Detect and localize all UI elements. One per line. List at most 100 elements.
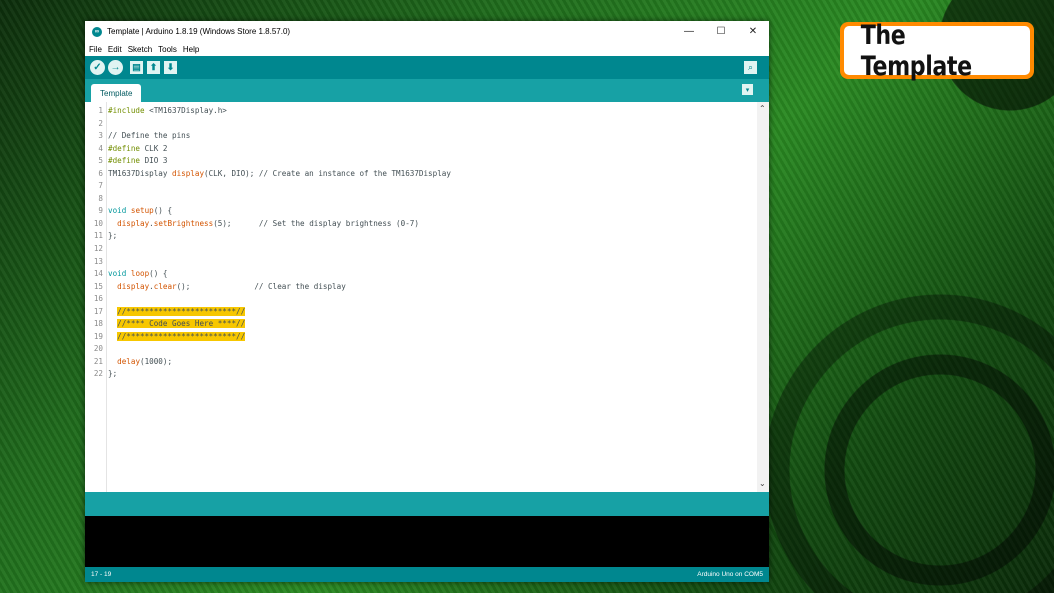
code-token: }; xyxy=(108,369,118,379)
code-token: #include xyxy=(108,106,145,115)
code-token: (CLK, DIO); // Create an instance of the… xyxy=(204,168,451,178)
code-token: clear xyxy=(153,281,177,291)
code-token: setup xyxy=(130,206,154,216)
line-number: 6 xyxy=(98,168,103,178)
code-line: 8 xyxy=(85,193,757,206)
code-token: display xyxy=(172,168,205,178)
code-token: (); // Clear the display xyxy=(176,281,346,291)
tab-template[interactable]: Template xyxy=(91,84,142,102)
board-port-indicator: Arduino Uno on COM5 xyxy=(697,571,763,578)
save-sketch-button[interactable]: ⬇ xyxy=(164,61,177,74)
console-output xyxy=(85,516,769,567)
line-range-indicator: 17 - 19 xyxy=(91,571,112,578)
code-editor[interactable]: 1 #include <TM1637Display.h> 2 3 // Define… xyxy=(85,102,769,492)
title-badge: The Template xyxy=(840,20,1034,82)
line-number: 21 xyxy=(93,356,103,366)
code-line: 5 #define DIO 3 xyxy=(85,155,757,168)
code-line: 17 //************************// xyxy=(85,306,757,319)
arrow-down-icon: ⬇ xyxy=(166,62,175,72)
window-title: Template | Arduino 1.8.19 (Windows Store… xyxy=(107,27,291,36)
code-token: () { xyxy=(149,269,168,279)
line-number: 1 xyxy=(98,106,103,115)
code-line: 13 xyxy=(85,256,757,269)
code-token: loop xyxy=(130,269,150,279)
code-line: 2 xyxy=(85,118,757,131)
code-token: <TM1637Display.h> xyxy=(144,106,227,115)
line-number: 12 xyxy=(93,244,103,254)
status-bar: 17 - 19 Arduino Uno on COM5 xyxy=(85,567,769,582)
new-file-icon: ▤ xyxy=(132,62,141,72)
tab-menu-button[interactable]: ▾ xyxy=(742,84,753,95)
line-number: 3 xyxy=(98,131,103,141)
tab-bar: Template ▾ xyxy=(85,79,769,102)
line-number: 7 xyxy=(98,181,103,191)
code-comment: // Define the pins xyxy=(108,131,191,141)
line-number: 5 xyxy=(98,156,103,166)
code-line: 18 //**** Code Goes Here ****// xyxy=(85,318,757,331)
code-token: void xyxy=(108,206,127,216)
highlighted-comment: //************************// xyxy=(117,331,246,341)
scroll-down-icon[interactable]: ⌄ xyxy=(759,479,766,488)
code-line: 21 delay(1000); xyxy=(85,356,757,369)
menu-help[interactable]: Help xyxy=(183,45,199,54)
code-token: }; xyxy=(108,231,118,241)
code-token: void xyxy=(108,269,127,279)
code-token: #define xyxy=(108,156,141,166)
line-number: 8 xyxy=(98,193,103,203)
code-line: 10 display.setBrightness(5); // Set the … xyxy=(85,218,757,231)
upload-button[interactable]: → xyxy=(108,60,123,75)
scroll-up-icon[interactable]: ⌃ xyxy=(759,104,766,113)
toolbar: ✓ → ▤ ⬆ ⬇ ⌕ xyxy=(85,56,769,79)
arrow-right-icon: → xyxy=(110,62,121,73)
code-line: 6 TM1637Display display(CLK, DIO); // Cre… xyxy=(85,168,757,181)
vertical-scrollbar[interactable]: ⌃ ⌄ xyxy=(757,102,769,492)
menu-file[interactable]: File xyxy=(89,45,102,54)
arduino-logo-icon: ∞ xyxy=(92,26,102,37)
code-line: 3 // Define the pins xyxy=(85,130,757,143)
code-line: 19 //************************// xyxy=(85,331,757,344)
minimize-button[interactable]: — xyxy=(673,21,705,42)
menu-tools[interactable]: Tools xyxy=(158,45,177,54)
new-sketch-button[interactable]: ▤ xyxy=(130,61,143,74)
line-number: 9 xyxy=(98,206,103,216)
code-token: DIO 3 xyxy=(140,156,168,166)
code-line: 1 #include <TM1637Display.h> xyxy=(85,105,757,118)
line-number: 13 xyxy=(93,256,103,266)
check-icon: ✓ xyxy=(93,62,102,73)
menu-edit[interactable]: Edit xyxy=(108,45,122,54)
code-token: display xyxy=(117,281,150,291)
line-number: 15 xyxy=(93,281,103,291)
code-line: 15 display.clear(); // Clear the display xyxy=(85,281,757,294)
verify-button[interactable]: ✓ xyxy=(90,60,105,75)
code-line: 11}; xyxy=(85,230,757,243)
magnifier-icon: ⌕ xyxy=(747,62,754,72)
menu-bar: File Edit Sketch Tools Help xyxy=(85,42,769,56)
line-number: 2 xyxy=(98,118,103,128)
serial-monitor-button[interactable]: ⌕ xyxy=(744,61,757,74)
arduino-ide-window: ∞ Template | Arduino 1.8.19 (Windows Sto… xyxy=(85,21,769,582)
window-controls: — ☐ ✕ xyxy=(673,21,769,42)
line-number: 18 xyxy=(93,319,103,329)
title-badge-inner: The Template xyxy=(844,20,1030,82)
line-number: 10 xyxy=(93,218,103,228)
code-token: (1000); xyxy=(140,356,173,366)
code-token: display xyxy=(117,218,150,228)
line-number: 19 xyxy=(93,331,103,341)
open-sketch-button[interactable]: ⬆ xyxy=(147,61,160,74)
code-token: delay xyxy=(117,356,141,366)
maximize-button[interactable]: ☐ xyxy=(705,21,737,42)
arrow-up-icon: ⬆ xyxy=(149,62,158,72)
code-line: 9 void setup() { xyxy=(85,205,757,218)
line-number: 22 xyxy=(93,369,103,379)
code-token: () { xyxy=(153,206,173,216)
code-line: 20 xyxy=(85,343,757,356)
menu-sketch[interactable]: Sketch xyxy=(128,45,152,54)
close-button[interactable]: ✕ xyxy=(737,21,769,42)
line-number: 11 xyxy=(93,231,103,241)
